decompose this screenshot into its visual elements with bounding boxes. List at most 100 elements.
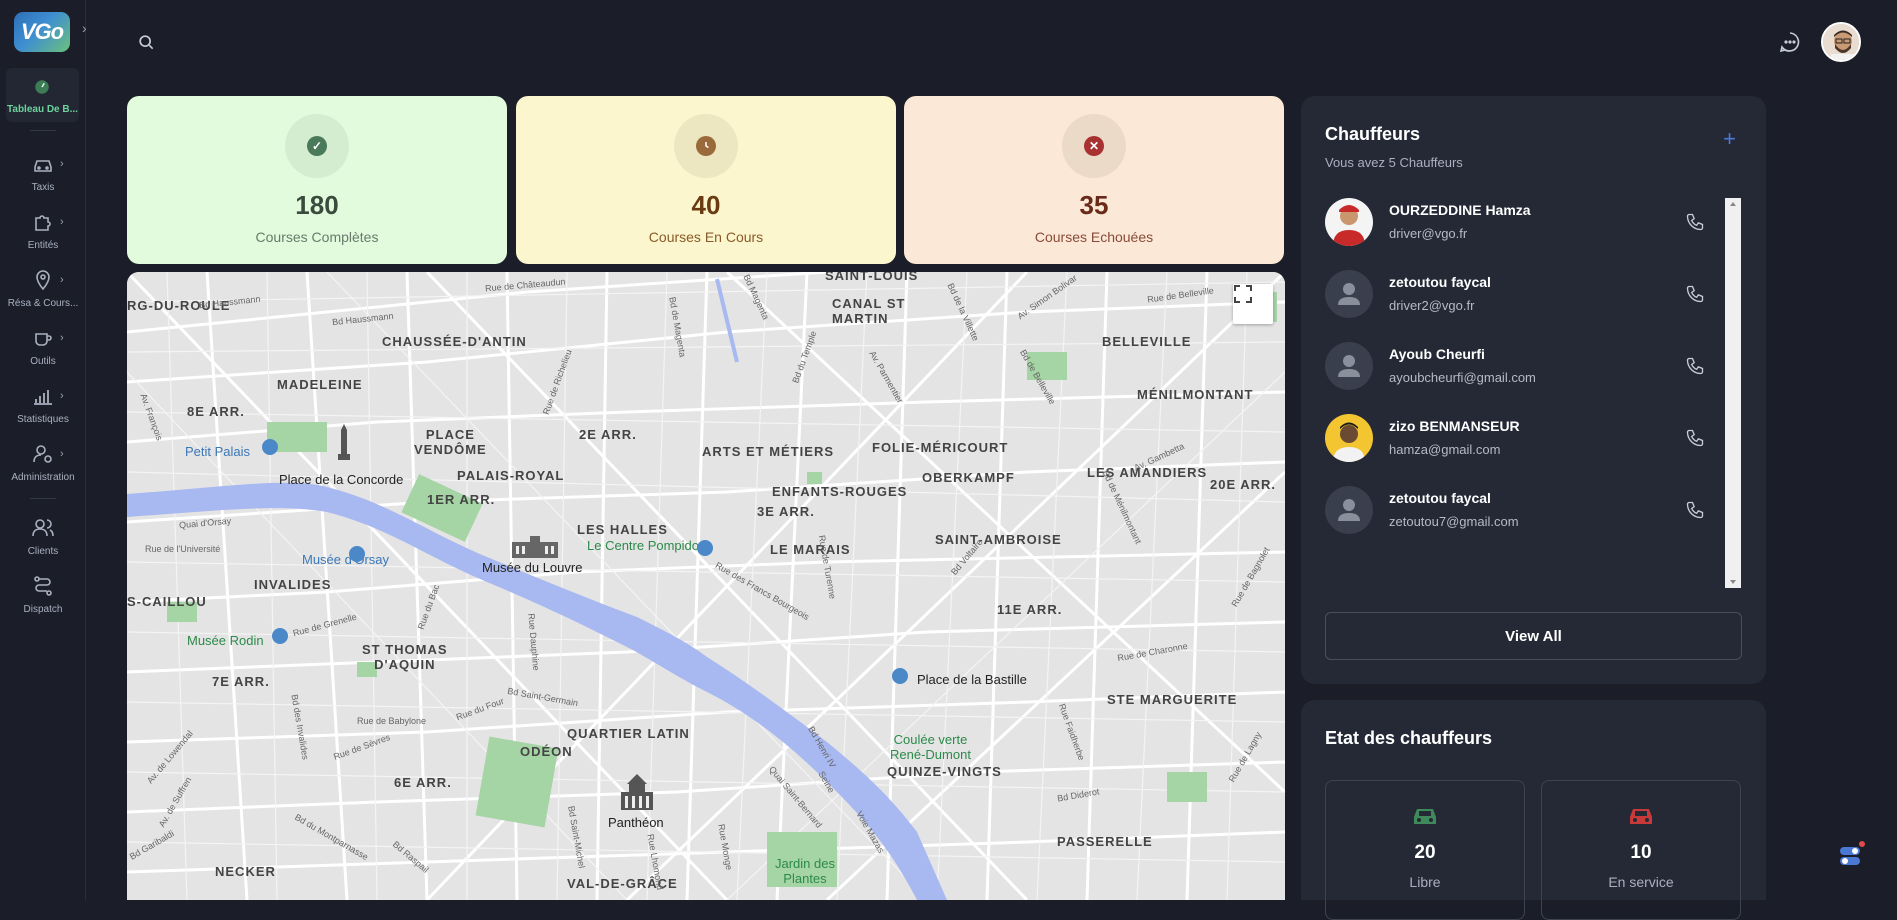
sidebar-item-administration[interactable]: › Administration: [0, 442, 86, 483]
museum-pin-icon[interactable]: [697, 540, 713, 556]
sidebar-item-dispatch[interactable]: Dispatch: [0, 574, 86, 615]
logo-text: VGo: [20, 19, 64, 44]
phone-icon[interactable]: [1685, 500, 1705, 520]
settings-toggle-button[interactable]: [1836, 840, 1866, 870]
sidebar-item-label: Tableau De B...: [7, 104, 78, 115]
sidebar-item-label: Statistiques: [17, 414, 69, 425]
poi-label: Musée Rodin: [187, 633, 264, 648]
chevron-right-icon: ›: [60, 158, 64, 170]
panel-title: Etat des chauffeurs: [1325, 728, 1493, 748]
map-label: 8E ARR.: [187, 404, 245, 419]
etat-value: 10: [1630, 842, 1652, 863]
driver-item[interactable]: zizo BENMANSEUR hamza@gmail.com: [1325, 414, 1705, 464]
chevron-right-icon: ›: [60, 332, 64, 344]
map-label: INVALIDES: [254, 577, 332, 592]
stat-card-completed: ✓ 180 Courses Complètes: [127, 96, 507, 264]
status-circle: [674, 114, 738, 178]
sidebar-item-clients[interactable]: Clients: [0, 516, 86, 557]
sidebar-item-tableau-de-bord[interactable]: Tableau De B...: [6, 68, 79, 122]
map-label: OBERKAMPF: [922, 470, 1015, 485]
map-label: PASSERELLE: [1057, 834, 1153, 849]
stat-label: Courses Complètes: [255, 229, 379, 245]
sidebar-item-taxis[interactable]: › Taxis: [0, 152, 86, 193]
phone-icon[interactable]: [1685, 428, 1705, 448]
map-view[interactable]: SAINT-LOUIS CANAL ST MARTIN CHAUSSÉE-D'A…: [127, 272, 1285, 900]
sidebar-item-resa-courses[interactable]: › Résa & Cours...: [0, 268, 86, 309]
etat-box-libre: 20 Libre: [1325, 780, 1525, 920]
sidebar-item-label: Résa & Cours...: [7, 298, 79, 309]
map-label: CANAL ST MARTIN: [832, 296, 906, 326]
vgo-logo[interactable]: VGo: [14, 12, 70, 52]
chevron-right-icon: ›: [60, 216, 64, 228]
driver-item[interactable]: OURZEDDINE Hamza driver@vgo.fr: [1325, 198, 1705, 248]
stat-value: 35: [1079, 190, 1109, 220]
scroll-up-arrow-icon[interactable]: [1730, 202, 1736, 206]
chat-icon[interactable]: [1778, 30, 1802, 54]
sidebar-item-label: Outils: [30, 356, 56, 367]
driver-item[interactable]: zetoutou faycal driver2@vgo.fr: [1325, 270, 1705, 320]
car-icon: [34, 160, 52, 172]
driver-list-scrollbar[interactable]: [1725, 198, 1741, 588]
panel-subtitle: Vous avez 5 Chauffeurs: [1325, 155, 1463, 170]
map-label: 2E ARR.: [579, 427, 637, 442]
driver-email: driver2@vgo.fr: [1389, 298, 1475, 313]
driver-name: zizo BENMANSEUR: [1389, 418, 1520, 434]
poi-label: Jardin des Plantes: [775, 856, 835, 886]
map-label: 1ER ARR.: [427, 492, 496, 507]
map-label: PALAIS-ROYAL: [457, 468, 565, 483]
cup-icon: [35, 333, 52, 346]
user-cog-icon: [33, 445, 52, 463]
route-icon: [34, 576, 52, 596]
museum-pin-icon[interactable]: [272, 628, 288, 644]
phone-icon[interactable]: [1685, 284, 1705, 304]
driver-avatar: [1325, 270, 1373, 318]
obelisk-icon: [338, 424, 350, 460]
view-all-button[interactable]: View All: [1325, 612, 1742, 660]
stat-value: 40: [691, 190, 721, 220]
fullscreen-icon: [1234, 285, 1252, 303]
louvre-building-icon: [512, 536, 558, 558]
place-pin-icon[interactable]: [892, 668, 908, 684]
sidebar-item-statistiques[interactable]: › Statistiques: [0, 384, 86, 425]
chauffeurs-panel: Chauffeurs Vous avez 5 Chauffeurs + OURZ…: [1301, 96, 1766, 684]
car-icon: [1414, 809, 1436, 824]
sidebar-item-outils[interactable]: › Outils: [0, 326, 86, 367]
phone-icon[interactable]: [1685, 212, 1705, 232]
bar-chart-icon: [34, 390, 52, 405]
museum-pin-icon[interactable]: [349, 546, 365, 562]
map-label: 3E ARR.: [757, 504, 815, 519]
etat-label: Libre: [1409, 874, 1441, 890]
scroll-down-arrow-icon[interactable]: [1730, 580, 1736, 584]
poi-label: Place de la Bastille: [917, 672, 1027, 687]
museum-pin-icon[interactable]: [262, 439, 278, 455]
map-label: SAINT-AMBROISE: [935, 532, 1062, 547]
stat-value: 180: [295, 190, 339, 220]
stat-card-in-progress: 40 Courses En Cours: [516, 96, 896, 264]
poi-label: Panthéon: [608, 815, 664, 830]
sidebar-toggle-chevron-icon[interactable]: ›: [82, 20, 87, 36]
street-label: Rue de Babylone: [357, 716, 427, 726]
driver-email: hamza@gmail.com: [1389, 442, 1501, 457]
driver-item[interactable]: zetoutou faycal zetoutou7@gmail.com: [1325, 486, 1705, 536]
poi-label: Musée d'Orsay: [302, 552, 390, 567]
chevron-right-icon: ›: [60, 390, 64, 402]
user-avatar[interactable]: [1821, 22, 1861, 62]
sidebar-item-label: Clients: [27, 546, 59, 557]
map-label: SAINT-LOUIS: [825, 272, 919, 283]
map-label: QUARTIER LATIN: [567, 726, 690, 741]
search-icon[interactable]: [136, 32, 156, 52]
map-label: ENFANTS-ROUGES: [772, 484, 908, 499]
fullscreen-button[interactable]: [1233, 284, 1273, 324]
phone-icon[interactable]: [1685, 356, 1705, 376]
map-label: PLACE VENDÔME: [414, 427, 487, 457]
check-icon: ✓: [307, 136, 327, 156]
driver-name: zetoutou faycal: [1389, 274, 1491, 290]
etat-box-en-service: 10 En service: [1541, 780, 1741, 920]
driver-item[interactable]: Ayoub Cheurfi ayoubcheurfi@gmail.com: [1325, 342, 1705, 392]
map-label: BELLEVILLE: [1102, 334, 1192, 349]
sidebar-item-entites[interactable]: › Entités: [0, 210, 86, 251]
map-pin-icon: [36, 270, 50, 291]
etat-label: En service: [1608, 874, 1674, 890]
add-chauffeur-button[interactable]: +: [1723, 126, 1736, 152]
street-label: Rue de l'Université: [145, 544, 221, 554]
